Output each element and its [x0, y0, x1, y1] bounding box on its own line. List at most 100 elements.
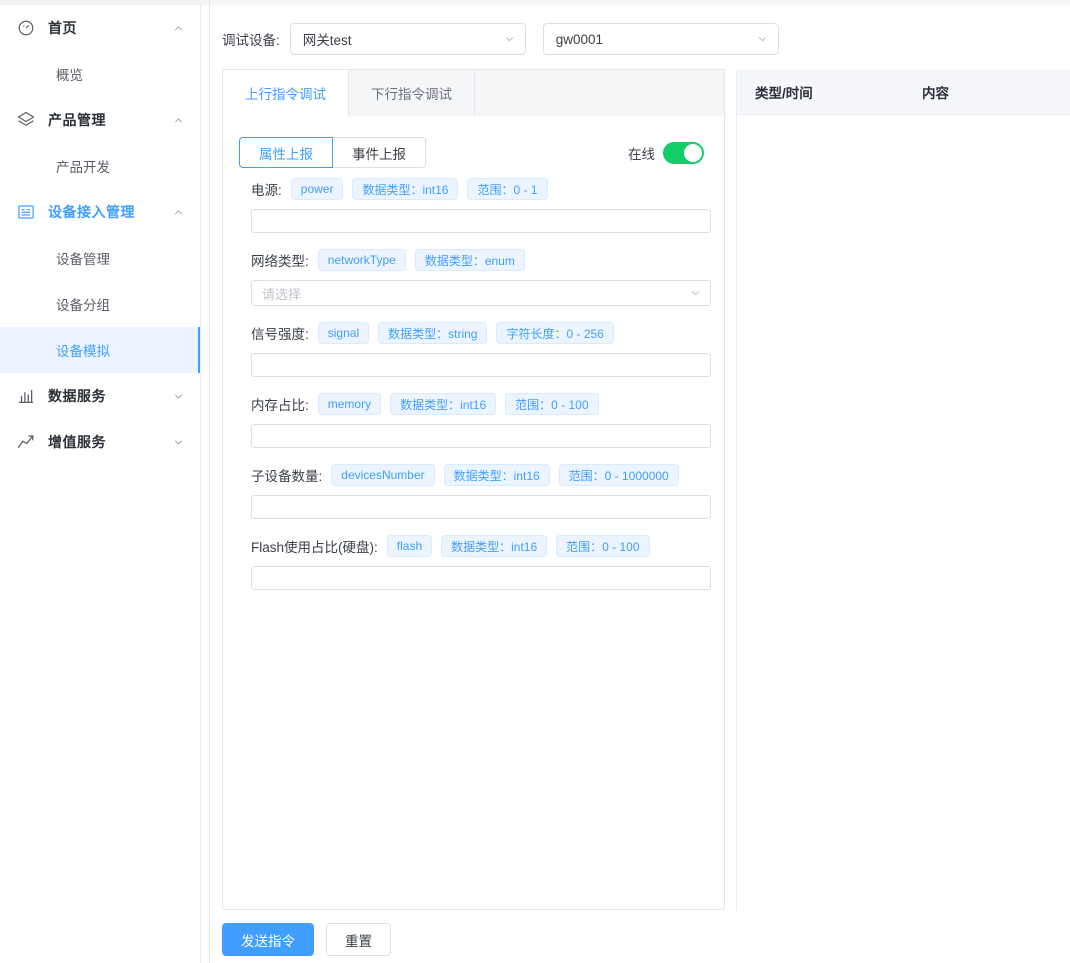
report-type-label: 事件上报: [352, 146, 406, 162]
field-select-networkType[interactable]: 请选择: [251, 280, 711, 306]
field-meta-tag: 数据类型：string: [378, 322, 488, 344]
sidebar-item-4[interactable]: 增值服务: [0, 419, 200, 465]
sidebar-subitem-label: 设备分组: [56, 298, 110, 313]
sidebar-subitem-label: 产品开发: [56, 160, 110, 175]
log-column-type-time: 类型/时间: [755, 85, 813, 101]
online-label: 在线: [628, 146, 655, 162]
chevron-up-icon[interactable]: [171, 113, 185, 127]
online-toggle[interactable]: [663, 141, 704, 164]
main-content: 调试设备: 网关test gw0001 上行指令调试 下行指令调试 属性上报 事件上…: [209, 5, 1070, 963]
field-key-tag: networkType: [317, 249, 406, 271]
field-select-placeholder: 请选择: [262, 286, 302, 302]
device-list-icon: [16, 202, 36, 222]
device-id-select[interactable]: gw0001: [542, 23, 779, 55]
property-fields: 电源: power 数据类型：int16 范围：0 - 1 网络类型: networkTy…: [239, 178, 711, 590]
reset-button[interactable]: 重置: [326, 923, 391, 956]
send-command-button[interactable]: 发送指令: [222, 923, 314, 956]
field-label: Flash使用占比(硬盘):: [251, 540, 378, 555]
field-meta-tag: 数据类型：int16: [352, 178, 459, 200]
sidebar-item-label: 首页: [48, 20, 77, 36]
field-devicesNumber: 子设备数量: devicesNumber 数据类型：int16 范围：0 - 1000…: [239, 464, 711, 519]
field-header: 电源: power 数据类型：int16 范围：0 - 1: [239, 178, 708, 200]
chevron-down-icon: [689, 287, 702, 300]
field-meta-tag: 数据类型：int16: [443, 464, 550, 486]
report-type-row: 属性上报 事件上报 在线: [239, 137, 708, 168]
field-input-memory[interactable]: [251, 424, 711, 448]
field-meta-tag: 范围：0 - 100: [505, 393, 599, 415]
field-input-devicesNumber[interactable]: [251, 495, 711, 519]
field-meta-tag: 数据类型：enum: [414, 249, 525, 271]
field-label: 信号强度:: [251, 327, 309, 342]
sidebar-item-3[interactable]: 数据服务: [0, 373, 200, 419]
field-input-signal[interactable]: [251, 353, 711, 377]
toggle-knob: [684, 143, 702, 162]
chevron-down-icon: [503, 33, 516, 46]
sidebar-group: 产品管理产品开发: [0, 97, 200, 189]
device-id-select-value: gw0001: [555, 31, 604, 47]
field-power: 电源: power 数据类型：int16 范围：0 - 1: [239, 178, 711, 233]
chevron-up-icon[interactable]: [171, 205, 185, 219]
sidebar-item-2[interactable]: 设备接入管理: [0, 189, 200, 235]
layers-icon: [16, 110, 36, 130]
field-label: 子设备数量:: [251, 469, 323, 484]
sidebar-item-1[interactable]: 产品管理: [0, 97, 200, 143]
chevron-down-icon[interactable]: [171, 389, 185, 403]
sidebar-subitem-label: 概览: [56, 68, 83, 83]
sidebar-subitem-1-0[interactable]: 产品开发: [0, 143, 200, 189]
chevron-down-icon[interactable]: [171, 435, 185, 449]
online-switch-wrap[interactable]: 在线: [628, 141, 704, 164]
field-memory: 内存占比: memory 数据类型：int16 范围：0 - 100: [239, 393, 711, 448]
field-key-tag: power: [290, 178, 344, 200]
field-meta-tag: 字符长度：0 - 256: [496, 322, 614, 344]
chevron-up-icon[interactable]: [171, 21, 185, 35]
sidebar-item-label: 增值服务: [48, 434, 106, 450]
report-type-group: 属性上报 事件上报: [239, 137, 426, 168]
card-body: 属性上报 事件上报 在线 电源: power 数据类型：int16 范围：0 - 1 网络…: [223, 116, 724, 590]
log-table-header: 类型/时间 内容: [737, 69, 1070, 115]
tab-1[interactable]: 下行指令调试: [349, 70, 475, 116]
field-header: 信号强度: signal 数据类型：string 字符长度：0 - 256: [239, 322, 708, 344]
debug-card: 上行指令调试 下行指令调试 属性上报 事件上报 在线 电源: power 数据类型：in…: [222, 69, 725, 910]
field-header: 内存占比: memory 数据类型：int16 范围：0 - 100: [239, 393, 708, 415]
field-meta-tag: 数据类型：int16: [441, 535, 548, 557]
field-input-power[interactable]: [251, 209, 711, 233]
sidebar-subitem-label: 设备管理: [56, 252, 110, 267]
sidebar-group: 设备接入管理设备管理设备分组设备模拟: [0, 189, 200, 373]
sidebar-subitem-2-0[interactable]: 设备管理: [0, 235, 200, 281]
sidebar-subitem-0-0[interactable]: 概览: [0, 51, 200, 97]
tab-0[interactable]: 上行指令调试: [223, 70, 349, 116]
field-meta-tag: 范围：0 - 1: [467, 178, 548, 200]
sidebar-item-label: 数据服务: [48, 388, 106, 404]
tab-label: 下行指令调试: [371, 87, 452, 102]
field-header: 网络类型: networkType 数据类型：enum: [239, 249, 708, 271]
log-panel: 类型/时间 内容: [736, 69, 1070, 910]
debug-device-toolbar: 调试设备: 网关test gw0001: [222, 23, 779, 55]
field-meta-tag: 数据类型：int16: [390, 393, 497, 415]
sidebar-subitem-2-1[interactable]: 设备分组: [0, 281, 200, 327]
report-type-label: 属性上报: [259, 146, 313, 162]
field-input-flash[interactable]: [251, 566, 711, 590]
field-key-tag: devicesNumber: [331, 464, 435, 486]
device-select[interactable]: 网关test: [289, 23, 526, 55]
field-meta-tag: 范围：0 - 1000000: [558, 464, 679, 486]
field-label: 电源:: [251, 183, 282, 198]
sidebar-item-0[interactable]: 首页: [0, 5, 200, 51]
log-table-body: [737, 115, 1070, 910]
chevron-down-icon: [756, 33, 769, 46]
sidebar-subitem-label: 设备模拟: [56, 344, 110, 359]
sidebar-group: 首页概览: [0, 5, 200, 97]
bar-chart-icon: [16, 386, 36, 406]
sidebar-subitem-2-2[interactable]: 设备模拟: [0, 327, 200, 373]
field-header: 子设备数量: devicesNumber 数据类型：int16 范围：0 - 1000…: [239, 464, 708, 486]
field-key-tag: memory: [317, 393, 382, 415]
sidebar: 首页概览产品管理产品开发设备接入管理设备管理设备分组设备模拟数据服务增值服务: [0, 5, 201, 963]
report-type-1[interactable]: 事件上报: [333, 137, 426, 168]
sidebar-item-label: 设备接入管理: [48, 204, 135, 220]
tabs-filler: [475, 70, 724, 116]
report-type-0[interactable]: 属性上报: [239, 137, 333, 168]
field-flash: Flash使用占比(硬盘): flash 数据类型：int16 范围：0 - 100: [239, 535, 711, 590]
debug-device-label: 调试设备:: [222, 33, 280, 48]
command-tabs: 上行指令调试 下行指令调试: [223, 70, 724, 116]
sidebar-item-label: 产品管理: [48, 112, 106, 128]
sidebar-group: 增值服务: [0, 419, 200, 465]
